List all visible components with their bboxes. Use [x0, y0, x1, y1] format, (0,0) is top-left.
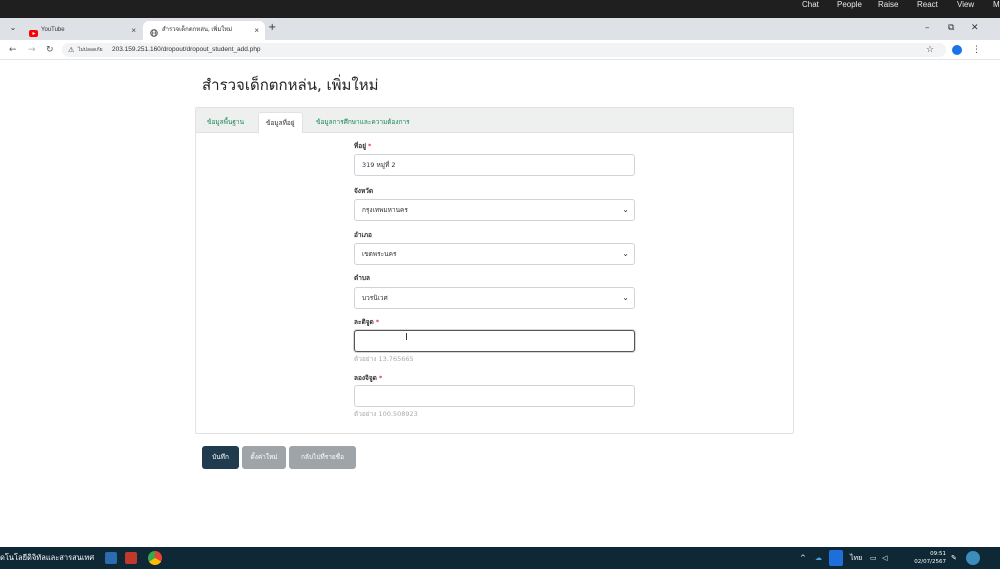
page-title: สำรวจเด็กตกหล่น, เพิ่มใหม่ — [202, 76, 379, 94]
required-marker: * — [378, 374, 383, 382]
view-button[interactable]: View — [957, 0, 974, 10]
browser-tab-dropout-add[interactable]: สำรวจเด็กตกหล่น, เพิ่มใหม่ × — [143, 21, 265, 40]
chrome-icon[interactable] — [148, 551, 162, 565]
address-input[interactable]: 319 หมู่ที่ 2 — [354, 154, 635, 176]
language-indicator[interactable]: ไทย — [850, 547, 862, 569]
latitude-label: ละติจูด * — [354, 318, 380, 326]
subdistrict-selected-value: บวรนิเวศ — [362, 294, 388, 302]
latitude-help: ตัวอย่าง 13.765665 — [354, 355, 414, 363]
clock-time: 09:51 — [930, 551, 946, 557]
latitude-input[interactable] — [354, 330, 635, 352]
raise-hand-button[interactable]: Raise — [878, 0, 898, 10]
url-text[interactable]: 203.159.251.160/dropout/dropout_student_… — [112, 43, 261, 57]
address-bar[interactable]: ⚠ ไม่ปลอดภัย 203.159.251.160/dropout/dro… — [62, 43, 946, 57]
close-tab-icon[interactable]: × — [131, 21, 136, 40]
notification-icon[interactable]: ✎ — [951, 547, 957, 569]
bookmark-star-icon[interactable]: ☆ — [926, 44, 934, 56]
province-label: จังหวัด — [354, 187, 374, 195]
subdistrict-label: ตำบล — [354, 274, 370, 282]
tab-search-icon[interactable]: ⌄ — [7, 22, 19, 34]
district-select[interactable]: เขตพระนคร ⌄ — [354, 243, 635, 265]
minimize-icon[interactable]: – — [925, 20, 930, 36]
save-button[interactable]: บันทึก — [202, 446, 239, 469]
province-select[interactable]: กรุงเทพมหานคร ⌄ — [354, 199, 635, 221]
back-to-list-button[interactable]: กลับไปที่รายชื่อ — [289, 446, 356, 469]
reload-icon[interactable]: ↻ — [46, 43, 54, 57]
district-label: อำเภอ — [354, 231, 372, 239]
form-tab-nav: ข้อมูลพื้นฐาน ข้อมูลที่อยู่ ข้อมูลการศึก… — [196, 108, 793, 133]
tab-basic-info[interactable]: ข้อมูลพื้นฐาน — [200, 112, 251, 133]
required-marker: * — [368, 142, 372, 150]
chevron-down-icon: ⌄ — [622, 205, 629, 214]
tab-title: สำรวจเด็กตกหล่น, เพิ่มใหม่ — [162, 27, 233, 33]
teams-icon[interactable] — [105, 552, 117, 564]
forward-arrow-icon[interactable]: → — [28, 43, 36, 57]
back-arrow-icon[interactable]: ← — [9, 43, 17, 57]
chevron-down-icon: ⌄ — [622, 249, 629, 258]
browser-tab-strip: ⌄ YouTube × สำรวจเด็กตกหล่น, เพิ่มใหม่ × — [0, 18, 1000, 40]
display-icon[interactable]: ▭ — [870, 547, 877, 569]
more-button[interactable]: M — [993, 0, 1000, 10]
longitude-label: ลองจิจูด * — [354, 374, 383, 382]
youtube-icon — [29, 27, 38, 37]
browser-toolbar: ← → ↻ ⚠ ไม่ปลอดภัย 203.159.251.160/dropo… — [0, 40, 1000, 60]
address-label: ที่อยู่ * — [354, 142, 372, 150]
text-cursor-icon: I — [405, 332, 408, 343]
tray-expand-icon[interactable]: ^ — [800, 547, 806, 569]
longitude-input[interactable] — [354, 385, 635, 407]
warning-triangle-icon[interactable]: ⚠ — [68, 44, 74, 56]
taskbar: ดโนโลยีดิจิทัลและสารสนเทศ ^ ☁ ไทย ▭ ◁ 09… — [0, 547, 1000, 569]
people-button[interactable]: People — [837, 0, 862, 10]
clock-date: 02/07/2567 — [914, 559, 946, 565]
required-marker: * — [375, 318, 380, 326]
user-avatar[interactable] — [966, 551, 980, 565]
close-tab-icon[interactable]: × — [254, 21, 259, 40]
province-selected-value: กรุงเทพมหานคร — [362, 206, 408, 214]
globe-icon — [150, 27, 159, 37]
longitude-help: ตัวอย่าง 100.508923 — [354, 410, 418, 418]
cloud-icon[interactable]: ☁ — [815, 547, 822, 569]
chat-button[interactable]: Chat — [802, 0, 819, 10]
taskbar-window-title[interactable]: ดโนโลยีดิจิทัลและสารสนเทศ — [0, 547, 94, 569]
new-tab-button[interactable]: + — [268, 20, 276, 36]
window-close-icon[interactable]: ✕ — [971, 20, 979, 36]
tab-title: YouTube — [41, 27, 65, 33]
tab-address-info[interactable]: ข้อมูลที่อยู่ — [258, 112, 303, 133]
pdf-reader-icon[interactable] — [125, 552, 137, 564]
restore-icon[interactable]: ⧉ — [948, 20, 954, 36]
tab-education-needs[interactable]: ข้อมูลการศึกษาและความต้องการ — [309, 112, 417, 133]
react-button[interactable]: React — [917, 0, 938, 10]
reset-button[interactable]: ตั้งค่าใหม่ — [242, 446, 286, 469]
browser-menu-icon[interactable]: ⋮ — [972, 43, 981, 57]
subdistrict-select[interactable]: บวรนิเวศ ⌄ — [354, 287, 635, 309]
microphone-icon[interactable] — [829, 550, 843, 566]
profile-avatar-icon[interactable] — [952, 45, 962, 55]
district-selected-value: เขตพระนคร — [362, 250, 397, 258]
chevron-down-icon: ⌄ — [622, 293, 629, 302]
system-clock[interactable]: 09:51 02/07/2567 — [894, 550, 946, 566]
volume-icon[interactable]: ◁ — [882, 547, 887, 569]
browser-tab-youtube[interactable]: YouTube × — [22, 21, 142, 40]
not-secure-label[interactable]: ไม่ปลอดภัย — [78, 43, 103, 57]
meeting-toolbar: Chat People Raise React View M — [0, 0, 1000, 18]
